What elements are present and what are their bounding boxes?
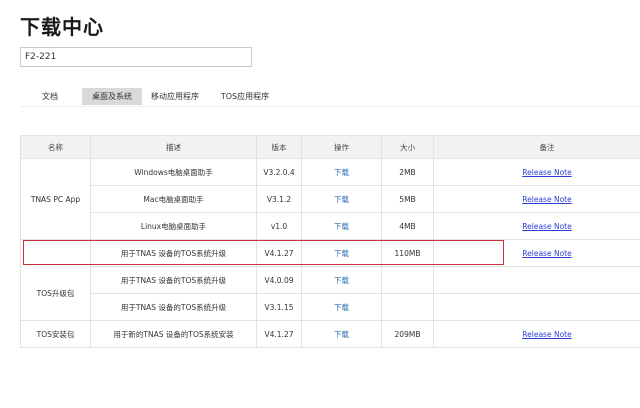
row-size: 4MB (381, 212, 434, 240)
note-cell (433, 266, 640, 294)
table-row: TOS升级包 用于TNAS 设备的TOS系统升级 V4.1.27 下载 110M… (20, 239, 640, 321)
note-cell: Release Note (433, 239, 640, 267)
note-cell: Release Note (433, 212, 640, 240)
note-cell (433, 293, 640, 321)
row-description: 用于TNAS 设备的TOS系统升级 (90, 293, 257, 321)
release-note-link[interactable]: Release Note (522, 195, 571, 204)
search-input[interactable] (20, 47, 252, 67)
row-description: 用于TNAS 设备的TOS系统升级 (90, 239, 257, 267)
row-version: V3.2.0.4 (256, 158, 302, 186)
group-tos-upgrade: TOS升级包 (20, 239, 91, 321)
table-row: TOS安装包 用于新的TNAS 设备的TOS系统安装 V4.1.27 下载 20… (20, 320, 640, 348)
header-size: 大小 (381, 135, 434, 159)
page-title: 下载中心 (20, 15, 104, 39)
header-description: 描述 (90, 135, 257, 159)
download-cell: 下载 (301, 185, 382, 213)
release-note-link[interactable]: Release Note (522, 222, 571, 231)
tab-documents[interactable]: 文档 (20, 88, 80, 105)
table-row: 用于TNAS 设备的TOS系统升级 V3.1.15 下载 (21, 293, 640, 321)
download-cell: 下载 (301, 239, 382, 267)
download-link[interactable]: 下载 (334, 168, 349, 177)
table-row: Linux电脑桌面助手 v1.0 下载 4MB Release Note (21, 212, 640, 240)
row-description: 用于TNAS 设备的TOS系统升级 (90, 266, 257, 294)
release-note-link[interactable]: Release Note (522, 330, 571, 339)
group-tnas-pc-app: TNAS PC App (20, 158, 91, 240)
group-tos-install: TOS安装包 (20, 320, 91, 348)
row-version: V4.1.27 (256, 239, 302, 267)
row-version: v1.0 (256, 212, 302, 240)
download-link[interactable]: 下载 (334, 222, 349, 231)
download-cell: 下载 (301, 293, 382, 321)
header-version: 版本 (256, 135, 302, 159)
row-version: V4.1.27 (256, 320, 302, 348)
tab-tos-apps[interactable]: TOS应用程序 (215, 88, 275, 105)
download-link[interactable]: 下载 (334, 276, 349, 285)
row-description: 用于新的TNAS 设备的TOS系统安装 (90, 320, 257, 348)
group-label: TOS升级包 (36, 288, 75, 298)
release-note-link[interactable]: Release Note (522, 249, 571, 258)
header-note: 备注 (433, 135, 640, 159)
download-link[interactable]: 下载 (334, 195, 349, 204)
table-header-row: 名称 描述 版本 操作 大小 备注 (20, 135, 640, 159)
row-size (381, 266, 434, 294)
row-size (381, 293, 434, 321)
download-cell: 下载 (301, 266, 382, 294)
row-description: Windows电脑桌面助手 (90, 158, 257, 186)
header-action: 操作 (301, 135, 382, 159)
table-row: Mac电脑桌面助手 V3.1.2 下载 5MB Release Note (21, 185, 640, 213)
note-cell: Release Note (433, 158, 640, 186)
table-row: 用于TNAS 设备的TOS系统升级 V4.0.09 下载 (21, 266, 640, 294)
download-link[interactable]: 下载 (334, 330, 349, 339)
row-size: 110MB (381, 239, 434, 267)
tab-mobile-apps[interactable]: 移动应用程序 (145, 88, 205, 105)
tab-desktop-system[interactable]: 桌面及系统 (82, 88, 142, 105)
tabs-divider (20, 106, 640, 107)
download-cell: 下载 (301, 212, 382, 240)
download-cell: 下载 (301, 158, 382, 186)
row-version: V3.1.15 (256, 293, 302, 321)
row-description: Mac电脑桌面助手 (90, 185, 257, 213)
header-name: 名称 (20, 135, 91, 159)
row-version: V3.1.2 (256, 185, 302, 213)
download-link[interactable]: 下载 (334, 249, 349, 258)
downloads-table: 名称 描述 版本 操作 大小 备注 TNAS PC App Windows电脑桌… (20, 135, 640, 348)
release-note-link[interactable]: Release Note (522, 168, 571, 177)
note-cell: Release Note (433, 320, 640, 348)
row-size: 209MB (381, 320, 434, 348)
download-link[interactable]: 下载 (334, 303, 349, 312)
row-version: V4.0.09 (256, 266, 302, 294)
row-size: 2MB (381, 158, 434, 186)
download-cell: 下载 (301, 320, 382, 348)
row-description: Linux电脑桌面助手 (90, 212, 257, 240)
row-size: 5MB (381, 185, 434, 213)
table-row: TNAS PC App Windows电脑桌面助手 V3.2.0.4 下载 2M… (20, 158, 640, 240)
note-cell: Release Note (433, 185, 640, 213)
